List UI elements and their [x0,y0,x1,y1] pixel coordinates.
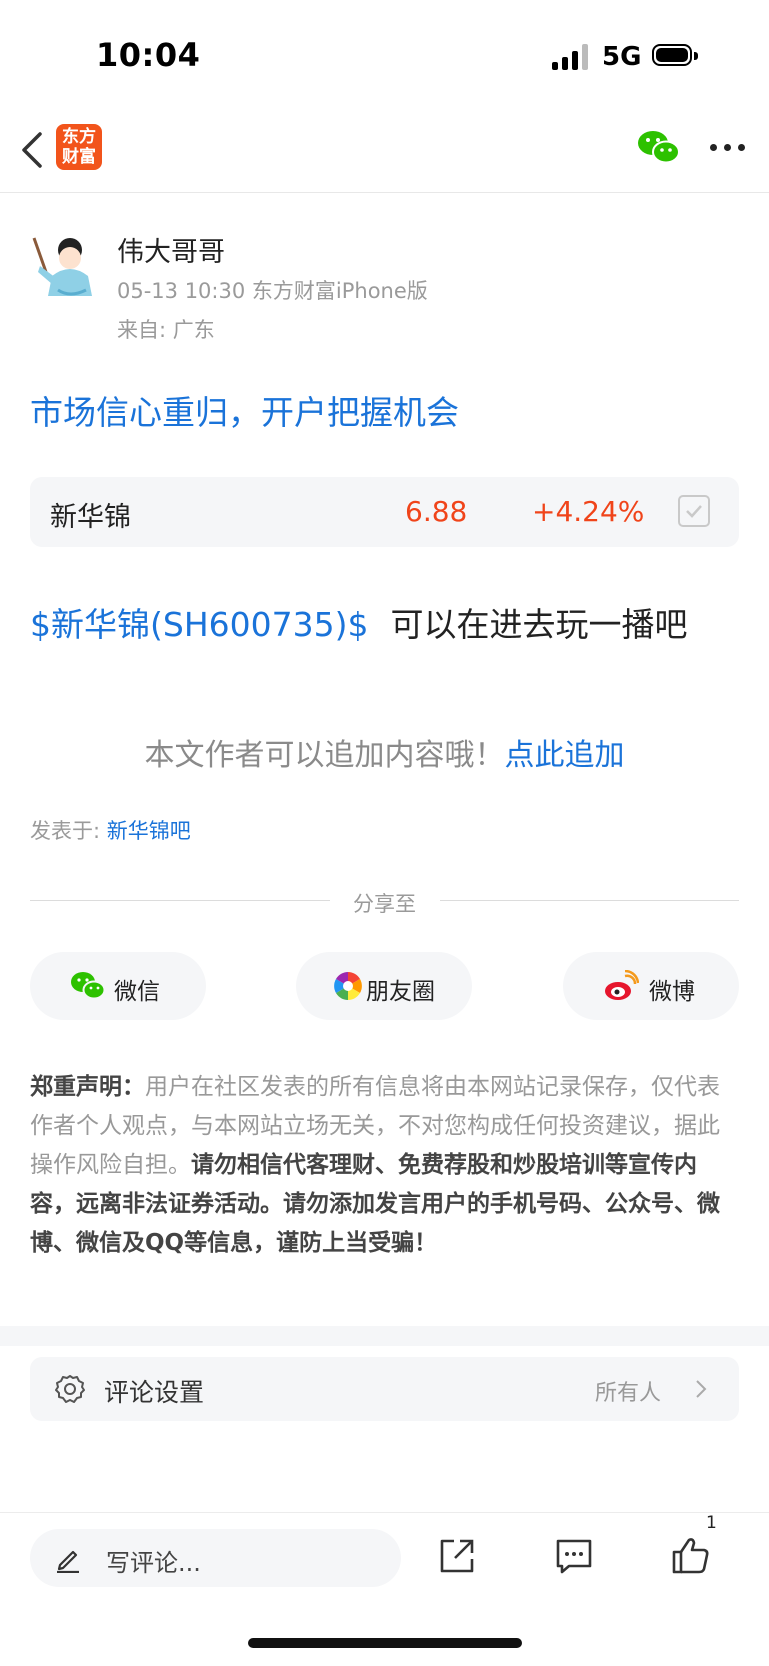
more-options-icon[interactable] [710,144,746,154]
share-weibo-label: 微博 [649,979,695,1005]
thumbs-up-icon[interactable] [671,1535,711,1575]
gear-icon [55,1375,85,1403]
share-moments-button[interactable]: 朋友圈 [296,952,472,1020]
share-divider: 分享至 [30,888,739,916]
back-arrow-icon[interactable] [18,130,48,170]
disclaimer: 郑重声明：用户在社区发表的所有信息将由本网站记录保存，仅代表作者个人观点，与本网… [30,1068,740,1263]
stock-name: 新华锦 [50,502,131,533]
post-body: $新华锦(SH600735)$ 可以在进去玩一播吧 [30,598,687,646]
share-wechat-label: 微信 [114,979,160,1005]
posted-in: 发表于: 新华锦吧 [30,815,191,845]
author-avatar[interactable] [30,232,96,302]
append-hint-text: 本文作者可以追加内容哦！ [144,738,505,773]
disclaimer-heading: 郑重声明： [30,1074,145,1100]
comment-settings-row[interactable]: 评论设置 所有人 [30,1357,739,1421]
stock-card[interactable]: 新华锦 6.88 +4.24% [30,477,739,547]
wechat-share-icon[interactable] [636,128,682,168]
add-to-watchlist-checkbox[interactable] [678,495,710,527]
cellular-signal-icon [552,44,590,70]
chevron-right-icon [696,1380,707,1398]
like-count: 1 [706,1513,717,1533]
check-icon [686,505,702,518]
stock-price: 6.88 [405,495,468,528]
post-location: 来自: 广东 [117,318,215,342]
pencil-icon [57,1550,79,1573]
moments-icon [334,972,362,1000]
author-name[interactable]: 伟大哥哥 [117,230,225,269]
share-moments-label: 朋友圈 [366,979,435,1005]
network-type: 5G [602,42,642,72]
stock-tag-link[interactable]: $新华锦(SH600735)$ [30,605,368,644]
stock-change: +4.24% [532,495,645,528]
share-title: 分享至 [353,892,416,916]
weibo-icon [605,970,639,1000]
share-wechat-button[interactable]: 微信 [30,952,206,1020]
post-meta: 05-13 10:30 东方财富iPhone版 [117,279,428,303]
stock-bar-link[interactable]: 新华锦吧 [107,819,191,843]
nav-bar: 东方 财富 [0,110,769,193]
comment-placeholder: 写评论... [106,1549,201,1577]
battery-icon [652,44,698,68]
post-body-text: 可以在进去玩一播吧 [390,605,688,644]
share-icon[interactable] [438,1537,476,1575]
status-time: 10:04 [96,36,201,74]
append-hint: 本文作者可以追加内容哦！点此追加 [0,730,769,774]
posted-in-label: 发表于: [30,819,107,843]
home-indicator[interactable] [248,1638,522,1648]
append-link[interactable]: 点此追加 [505,738,625,773]
status-bar: 10:04 5G [0,0,769,110]
comment-settings-label: 评论设置 [104,1378,205,1407]
write-comment-input[interactable]: 写评论... [30,1529,401,1587]
comment-settings-value: 所有人 [595,1381,662,1406]
post-title: 市场信心重归，开户把握机会 [30,393,459,432]
share-weibo-button[interactable]: 微博 [563,952,739,1020]
wechat-icon [71,972,106,1000]
comment-icon[interactable] [555,1537,593,1575]
eastmoney-logo[interactable]: 东方 财富 [56,124,102,170]
section-gap [0,1326,769,1346]
